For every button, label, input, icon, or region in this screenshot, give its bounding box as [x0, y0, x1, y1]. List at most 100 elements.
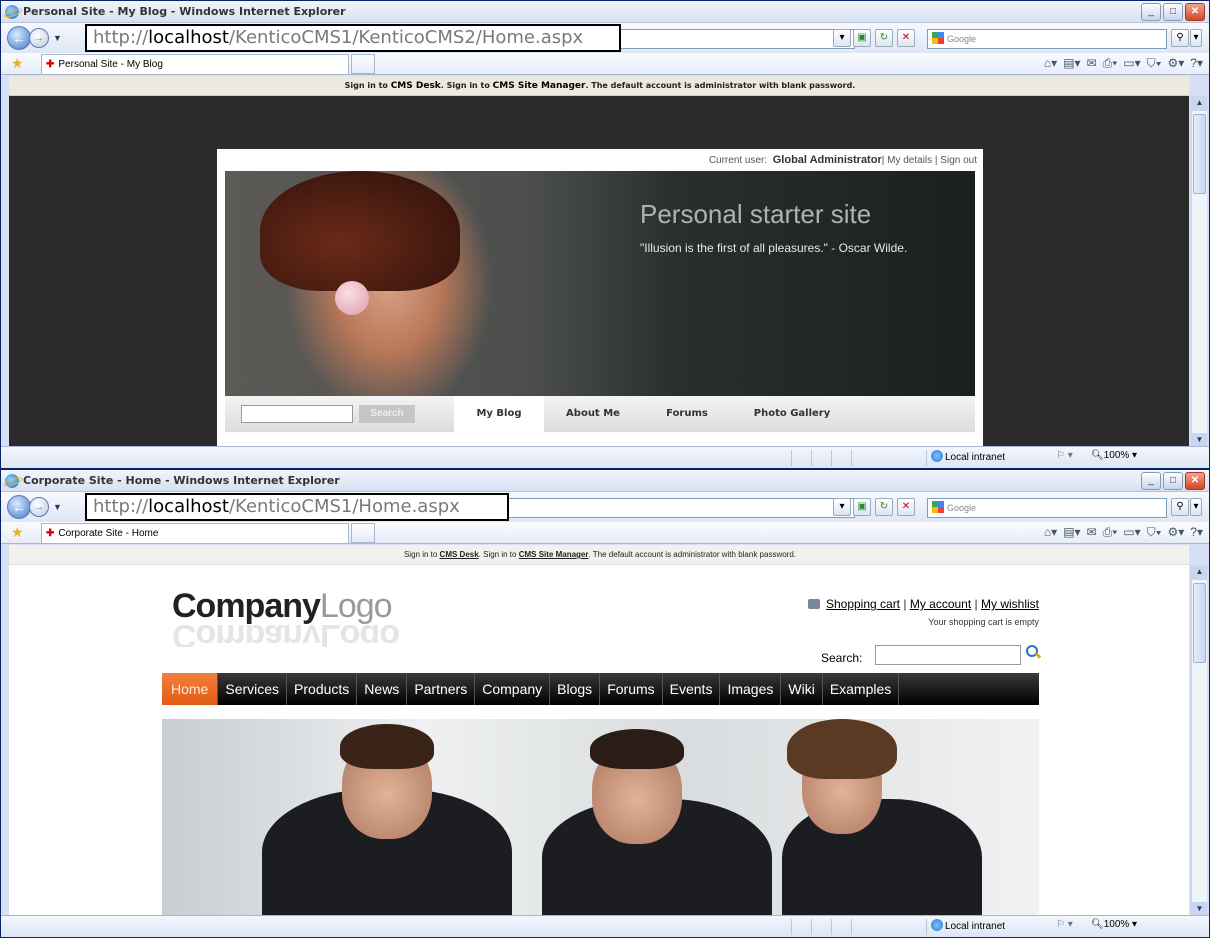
my-details-link[interactable]: My details	[887, 155, 932, 166]
address-dropdown-icon[interactable]: ▾	[833, 29, 851, 47]
search-button[interactable]: Search	[359, 405, 415, 423]
compat-view-icon[interactable]: ▣	[853, 29, 871, 47]
menu-item-company[interactable]: Company	[475, 673, 551, 705]
protected-mode-icon[interactable]: ⚐ ▾	[1056, 450, 1073, 461]
close-button[interactable]: ✕	[1185, 3, 1205, 21]
help-icon[interactable]: ?▾	[1190, 56, 1203, 71]
zoom-control[interactable]: 🔍︎100% ▾	[1091, 919, 1137, 930]
stop-icon[interactable]: ✕	[897, 498, 915, 516]
menu-item-blogs[interactable]: Blogs	[550, 673, 601, 705]
scroll-up-icon[interactable]: ▲	[1192, 96, 1207, 111]
minimize-button[interactable]: _	[1141, 3, 1161, 21]
main-menu: Home Services Products News Partners Com…	[162, 673, 1039, 705]
stop-icon[interactable]: ✕	[897, 29, 915, 47]
cms-desk-link[interactable]: CMS Desk	[440, 550, 479, 559]
my-account-link[interactable]: My account	[910, 597, 971, 611]
my-wishlist-link[interactable]: My wishlist	[981, 597, 1039, 611]
feeds-icon[interactable]: ▤▾	[1063, 56, 1080, 71]
safety-icon[interactable]: ⛉▾	[1147, 525, 1162, 540]
star-icon[interactable]: ★	[11, 524, 27, 541]
minimize-button[interactable]: _	[1141, 472, 1161, 490]
vertical-scrollbar[interactable]: ▲ ▼	[1191, 565, 1207, 917]
cart-icon	[807, 599, 820, 609]
search-box[interactable]: Google	[927, 29, 1167, 49]
status-cell	[791, 450, 792, 466]
person-hair	[590, 729, 684, 769]
shopping-cart-link[interactable]: Shopping cart	[826, 597, 900, 611]
maximize-button[interactable]: □	[1163, 3, 1183, 21]
protected-mode-icon[interactable]: ⚐ ▾	[1056, 919, 1073, 930]
search-go-icon[interactable]: ⚲	[1171, 498, 1189, 516]
scroll-up-icon[interactable]: ▲	[1192, 565, 1207, 580]
address-bar[interactable]: http://localhost/KenticoCMS1/Home.aspx	[85, 493, 509, 521]
safety-icon[interactable]: ⛉▾	[1147, 56, 1162, 71]
menu-item-images[interactable]: Images	[720, 673, 782, 705]
menu-item-services[interactable]: Services	[218, 673, 288, 705]
account-links: Shopping cart | My account | My wishlist	[807, 597, 1039, 611]
home-icon[interactable]: ⌂▾	[1044, 525, 1057, 540]
tab-corporate-site[interactable]: ✚ Corporate Site - Home	[41, 522, 349, 543]
cms-site-manager-link[interactable]: CMS Site Manager	[493, 81, 586, 91]
feeds-icon[interactable]: ▤▾	[1063, 525, 1080, 540]
history-dropdown-icon[interactable]: ▼	[53, 33, 62, 43]
home-icon[interactable]: ⌂▾	[1044, 56, 1057, 71]
menu-item-forums[interactable]: Forums	[600, 673, 663, 705]
zoom-control[interactable]: 🔍︎100% ▾	[1091, 450, 1137, 461]
menu-item-products[interactable]: Products	[287, 673, 358, 705]
search-options-icon[interactable]: ▾	[1190, 498, 1202, 516]
search-input[interactable]	[241, 405, 353, 423]
menu-item-events[interactable]: Events	[663, 673, 721, 705]
address-bar[interactable]: http://localhost/KenticoCMS1/KenticoCMS2…	[85, 24, 621, 52]
menu-item-examples[interactable]: Examples	[823, 673, 900, 705]
window-titlebar[interactable]: Personal Site - My Blog - Windows Intern…	[1, 1, 1209, 23]
user-line: Current user: Global Administrator| My d…	[708, 154, 977, 166]
scroll-thumb[interactable]	[1193, 583, 1206, 663]
menu-item-wiki[interactable]: Wiki	[781, 673, 823, 705]
compat-view-icon[interactable]: ▣	[853, 498, 871, 516]
back-arrow-icon[interactable]: ←	[7, 26, 31, 50]
window-titlebar[interactable]: Corporate Site - Home - Windows Internet…	[1, 470, 1209, 492]
cms-site-manager-link[interactable]: CMS Site Manager	[519, 550, 589, 559]
menu-item-partners[interactable]: Partners	[407, 673, 476, 705]
search-box[interactable]: Google	[927, 498, 1167, 518]
page-icon[interactable]: ▭▾	[1123, 525, 1140, 540]
vertical-scrollbar[interactable]: ▲ ▼	[1191, 96, 1207, 448]
close-button[interactable]: ✕	[1185, 472, 1205, 490]
back-arrow-icon[interactable]: ←	[7, 495, 31, 519]
refresh-icon[interactable]: ↻	[875, 29, 893, 47]
menu-item-my-blog[interactable]: My Blog	[454, 396, 544, 432]
mail-icon[interactable]: ✉	[1087, 56, 1097, 71]
help-icon[interactable]: ?▾	[1190, 525, 1203, 540]
sign-out-link[interactable]: Sign out	[940, 155, 977, 166]
star-icon[interactable]: ★	[11, 55, 27, 72]
print-icon[interactable]: ⎙▾	[1103, 525, 1118, 540]
url-host: localhost	[148, 27, 229, 48]
menu-item-about-me[interactable]: About Me	[544, 396, 642, 432]
new-tab-button[interactable]	[351, 53, 375, 74]
search-go-icon[interactable]: ⚲	[1171, 29, 1189, 47]
scroll-thumb[interactable]	[1193, 114, 1206, 194]
print-icon[interactable]: ⎙▾	[1103, 56, 1118, 71]
cms-desk-link[interactable]: CMS Desk	[391, 81, 441, 91]
menu-item-forums[interactable]: Forums	[642, 396, 732, 432]
tab-personal-site[interactable]: ✚ Personal Site - My Blog	[41, 53, 349, 74]
refresh-icon[interactable]: ↻	[875, 498, 893, 516]
tools-icon[interactable]: ⚙▾	[1168, 525, 1185, 540]
menu-item-home[interactable]: Home	[162, 673, 219, 705]
search-options-icon[interactable]: ▾	[1190, 29, 1202, 47]
mail-icon[interactable]: ✉	[1087, 525, 1097, 540]
menu-item-news[interactable]: News	[357, 673, 408, 705]
page-icon[interactable]: ▭▾	[1123, 56, 1140, 71]
history-dropdown-icon[interactable]: ▼	[53, 502, 62, 512]
new-tab-button[interactable]	[351, 522, 375, 543]
menu-item-photo-gallery[interactable]: Photo Gallery	[732, 396, 852, 432]
magnifier-icon[interactable]	[1026, 645, 1040, 659]
company-logo[interactable]: CompanyLogo	[172, 587, 393, 626]
google-icon	[932, 32, 944, 44]
tools-icon[interactable]: ⚙▾	[1168, 56, 1185, 71]
address-dropdown-icon[interactable]: ▾	[833, 498, 851, 516]
forward-arrow-icon[interactable]: →	[29, 28, 49, 48]
search-input[interactable]	[875, 645, 1021, 665]
maximize-button[interactable]: □	[1163, 472, 1183, 490]
forward-arrow-icon[interactable]: →	[29, 497, 49, 517]
